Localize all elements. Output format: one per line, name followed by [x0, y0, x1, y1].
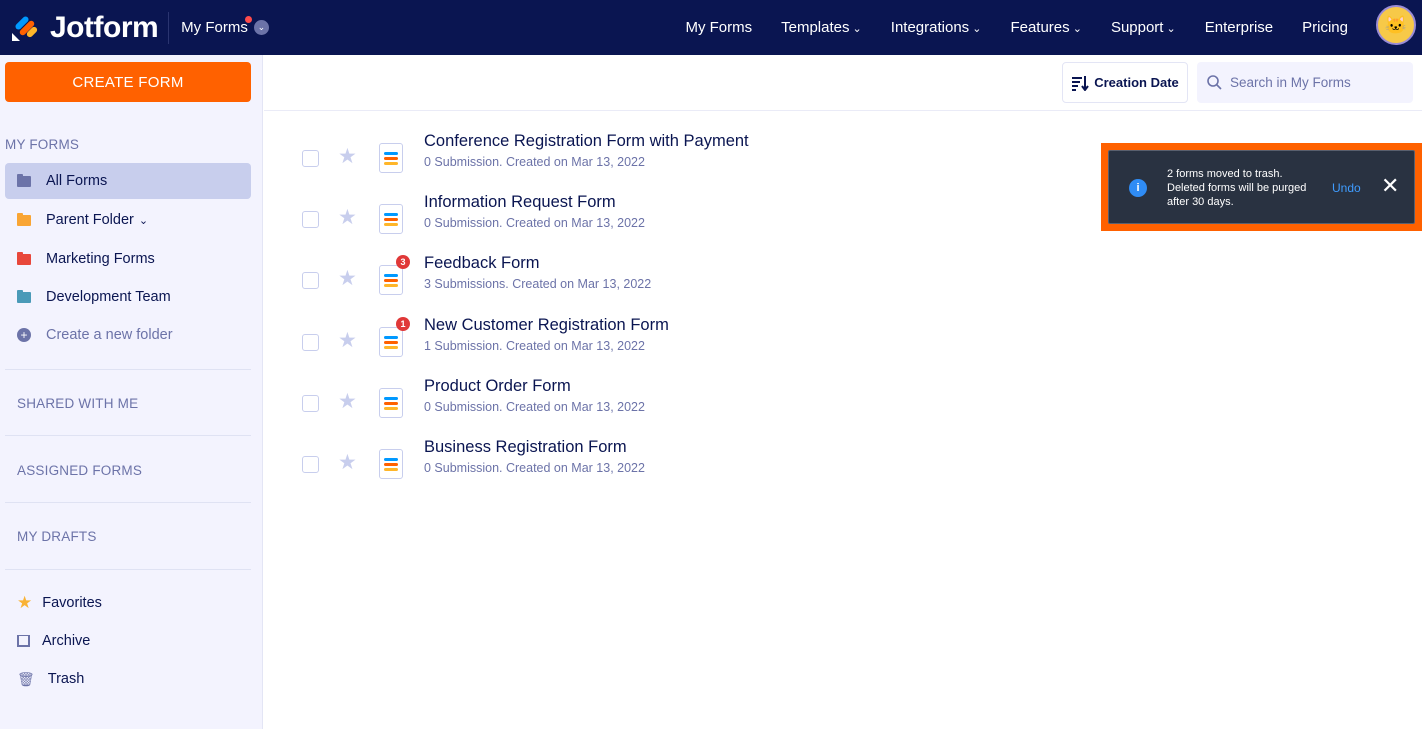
select-checkbox[interactable]	[302, 150, 319, 167]
favorite-star-icon[interactable]: ★	[338, 389, 357, 414]
favorite-star-icon[interactable]: ★	[338, 266, 357, 291]
form-row[interactable]: ★ Conference Registration Form with Paym…	[300, 132, 1000, 190]
toolbar: Creation Date Search in My Forms	[264, 55, 1422, 111]
sidebar-item-marketing-forms[interactable]: Marketing Forms	[5, 241, 251, 277]
divider	[5, 569, 251, 570]
toast-highlight: i 2 forms moved to trash. Deleted forms w…	[1101, 143, 1422, 231]
select-checkbox[interactable]	[302, 394, 319, 412]
sidebar-item-trash[interactable]: 🗑 Trash	[5, 661, 251, 697]
sidebar-item-favorites[interactable]: ★ Favorites	[5, 585, 251, 621]
form-row[interactable]: ★ Information Request Form 0 Submission.…	[300, 193, 1000, 251]
chevron-down-icon[interactable]: ⌄	[139, 214, 148, 227]
close-icon[interactable]: ✕	[1381, 173, 1399, 199]
form-icon	[379, 326, 403, 357]
nav-item-support[interactable]: Support ⌄	[1111, 19, 1176, 36]
info-icon: i	[1129, 179, 1147, 197]
sidebar-item-archive[interactable]: Archive	[5, 623, 251, 659]
user-avatar[interactable]: 🐱	[1376, 5, 1416, 45]
plus-circle-icon: +	[17, 328, 31, 342]
form-row[interactable]: ★ Product Order Form 0 Submission. Creat…	[300, 377, 1000, 435]
form-row[interactable]: ★ 1 New Customer Registration Form 1 Sub…	[300, 316, 1000, 374]
form-icon	[379, 143, 403, 173]
trash-icon: 🗑	[17, 670, 35, 687]
form-meta: 0 Submission. Created on Mar 13, 2022	[424, 155, 645, 169]
my-forms-dropdown[interactable]: My Forms ⌄	[181, 16, 269, 36]
form-title[interactable]: Information Request Form	[424, 193, 616, 212]
folder-icon	[17, 212, 31, 226]
notification-dot	[245, 16, 253, 23]
form-row[interactable]: ★ Business Registration Form 0 Submissio…	[300, 438, 1000, 496]
form-meta: 0 Submission. Created on Mar 13, 2022	[424, 399, 645, 414]
folder-icon	[17, 289, 31, 303]
form-meta: 0 Submission. Created on Mar 13, 2022	[424, 461, 645, 475]
form-meta: 0 Submission. Created on Mar 13, 2022	[424, 216, 645, 231]
create-folder-button[interactable]: + Create a new folder	[5, 317, 251, 353]
submission-count-badge: 3	[396, 255, 410, 270]
sidebar-item-shared-with-me[interactable]: SHARED WITH ME	[17, 396, 138, 411]
select-checkbox[interactable]	[302, 456, 319, 473]
sidebar-item-development-team[interactable]: Development Team	[5, 279, 251, 315]
form-meta: 1 Submission. Created on Mar 13, 2022	[424, 338, 645, 353]
top-nav-bar: Jotform My Forms ⌄ My Forms Templates ⌄ In…	[0, 0, 1422, 55]
sidebar-item-my-drafts[interactable]: MY DRAFTS	[17, 529, 97, 544]
create-form-button[interactable]: CREATE FORM	[5, 62, 251, 102]
nav-item-integrations[interactable]: Integrations ⌄	[891, 19, 982, 36]
nav-item-templates[interactable]: Templates ⌄	[781, 19, 862, 36]
form-title[interactable]: Business Registration Form	[424, 438, 627, 457]
toast-message: 2 forms moved to trash. Deleted forms wil…	[1167, 168, 1307, 208]
favorite-star-icon[interactable]: ★	[338, 205, 357, 230]
folder-icon	[17, 251, 31, 265]
form-title[interactable]: New Customer Registration Form	[424, 316, 669, 335]
form-title[interactable]: Feedback Form	[424, 254, 540, 273]
chevron-down-icon: ⌄	[1069, 23, 1082, 35]
sidebar-item-parent-folder[interactable]: Parent Folder ⌄	[5, 202, 251, 238]
form-meta: 3 Submissions. Created on Mar 13, 2022	[424, 277, 652, 292]
form-icon	[379, 387, 403, 418]
favorite-star-icon[interactable]: ★	[338, 144, 357, 169]
undo-button[interactable]: Undo	[1332, 181, 1361, 195]
star-icon: ★	[17, 593, 33, 612]
submission-count-badge: 1	[396, 316, 410, 331]
divider	[5, 369, 251, 370]
form-icon	[379, 449, 403, 479]
header-divider	[168, 11, 170, 44]
sidebar: CREATE FORM MY FORMS All Forms Parent Fo…	[0, 55, 263, 729]
sort-button[interactable]: Creation Date	[1062, 62, 1188, 103]
nav-item-enterprise[interactable]: Enterprise	[1205, 19, 1273, 36]
select-checkbox[interactable]	[302, 333, 319, 351]
my-forms-heading: MY FORMS	[5, 137, 80, 152]
form-title[interactable]: Conference Registration Form with Paymen…	[424, 132, 749, 151]
sidebar-item-all-forms[interactable]: All Forms	[5, 163, 251, 199]
form-row[interactable]: ★ 3 Feedback Form 3 Submissions. Created…	[300, 254, 1000, 312]
select-checkbox[interactable]	[302, 272, 319, 290]
chevron-down-icon: ⌄	[253, 20, 269, 35]
favorite-star-icon[interactable]: ★	[338, 450, 357, 475]
chevron-down-icon: ⌄	[849, 23, 862, 35]
nav-item-my-forms[interactable]: My Forms	[685, 19, 752, 36]
select-checkbox[interactable]	[302, 211, 319, 229]
search-input[interactable]: Search in My Forms	[1197, 62, 1413, 103]
sort-icon	[1072, 75, 1090, 91]
sidebar-item-assigned-forms[interactable]: ASSIGNED FORMS	[17, 463, 142, 478]
form-icon	[379, 204, 403, 235]
jotform-logo[interactable]: Jotform	[10, 0, 159, 55]
form-title[interactable]: Product Order Form	[424, 377, 571, 396]
trash-notification-toast: i 2 forms moved to trash. Deleted forms w…	[1108, 150, 1415, 224]
chevron-down-icon: ⌄	[969, 23, 982, 35]
divider	[5, 435, 251, 436]
favorite-star-icon[interactable]: ★	[338, 328, 357, 353]
divider	[5, 502, 251, 503]
nav-item-features[interactable]: Features ⌄	[1010, 19, 1081, 36]
main-nav: My Forms Templates ⌄ Integrations ⌄ Feature…	[685, 0, 1348, 55]
jotform-logo-icon	[12, 15, 38, 41]
folder-icon	[17, 173, 31, 187]
archive-icon	[17, 635, 30, 647]
search-icon	[1207, 75, 1222, 90]
nav-item-pricing[interactable]: Pricing	[1302, 19, 1348, 36]
chevron-down-icon: ⌄	[1163, 23, 1176, 35]
form-icon	[379, 265, 403, 296]
